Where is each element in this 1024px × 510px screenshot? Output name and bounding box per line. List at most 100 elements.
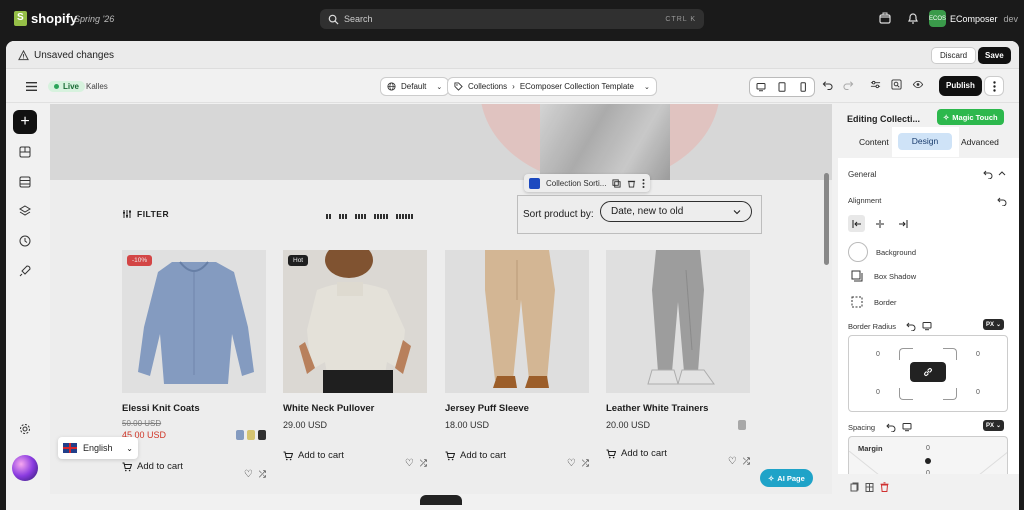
color-swatch[interactable]	[236, 430, 244, 440]
color-swatch[interactable]	[247, 430, 255, 440]
chevron-down-icon: ⌄	[996, 423, 1002, 429]
tab-advanced[interactable]: Advanced	[961, 137, 999, 147]
align-right-button[interactable]	[894, 215, 911, 232]
radius-bottom-left[interactable]: 0	[876, 389, 880, 396]
delete-icon[interactable]	[880, 482, 889, 492]
bottom-drawer-handle[interactable]	[420, 495, 462, 505]
more-options-button[interactable]	[984, 76, 1004, 96]
ai-assistant-orb[interactable]	[12, 455, 38, 481]
history-icon[interactable]	[18, 234, 32, 248]
product-image[interactable]	[606, 250, 750, 393]
wishlist-heart-icon[interactable]: ♡	[405, 458, 414, 469]
color-swatch[interactable]	[738, 420, 746, 430]
store-name: EComposer	[950, 13, 998, 24]
section-general-title[interactable]: General	[848, 170, 876, 179]
language-value: Default	[401, 82, 427, 91]
radius-top-left[interactable]: 0	[876, 351, 880, 358]
layout-icon[interactable]	[18, 175, 32, 189]
rocket-icon[interactable]	[18, 264, 32, 278]
wishlist-heart-icon[interactable]: ♡	[567, 458, 576, 469]
add-to-cart-button[interactable]: Add to cart	[283, 450, 344, 461]
language-select[interactable]: Default ⌄	[380, 77, 450, 96]
compare-icon[interactable]: ⤮	[582, 458, 589, 469]
save-button[interactable]: Save	[978, 47, 1011, 64]
trash-icon[interactable]	[627, 179, 636, 188]
compare-icon[interactable]: ⤮	[259, 469, 266, 480]
product-price: 18.00 USD	[445, 420, 490, 430]
compare-icon[interactable]: ⤮	[420, 458, 427, 469]
tab-design[interactable]: Design	[892, 127, 959, 157]
paste-icon[interactable]	[865, 482, 874, 492]
desktop-icon[interactable]	[756, 82, 766, 92]
add-to-cart-button[interactable]: Add to cart	[445, 450, 506, 461]
product-image[interactable]	[445, 250, 589, 393]
bell-icon[interactable]	[906, 11, 920, 25]
sort-select[interactable]: Date, new to old	[600, 201, 752, 222]
copy-icon[interactable]	[850, 482, 859, 492]
magic-touch-button[interactable]: ✧ Magic Touch	[937, 109, 1004, 125]
mobile-icon[interactable]	[798, 82, 808, 92]
search-input[interactable]: Search CTRL K	[320, 9, 704, 29]
reset-icon[interactable]	[906, 321, 916, 331]
grid-5-icon[interactable]	[374, 214, 388, 219]
chevron-up-icon[interactable]	[998, 170, 1006, 177]
add-element-button[interactable]: +	[13, 110, 37, 134]
product-name[interactable]: White Neck Pullover	[283, 403, 427, 414]
wishlist-heart-icon[interactable]: ♡	[244, 469, 253, 480]
grid-4-icon[interactable]	[355, 214, 366, 219]
product-name[interactable]: Elessi Knit Coats	[122, 403, 266, 414]
background-setting[interactable]: Background	[848, 242, 916, 262]
store-switcher[interactable]: ECOS EComposer dev	[929, 10, 1018, 27]
reset-icon[interactable]	[983, 169, 993, 179]
language-switcher[interactable]: English ⌄	[58, 437, 138, 459]
sections-icon[interactable]	[18, 145, 32, 159]
more-vertical-icon[interactable]	[642, 178, 645, 188]
canvas-scrollbar[interactable]	[824, 173, 829, 265]
reset-icon[interactable]	[886, 422, 896, 432]
color-swatch[interactable]	[258, 430, 266, 440]
link-corners-button[interactable]	[910, 362, 946, 382]
product-card[interactable]: Leather White Trainers 20.00 USD Add to …	[606, 250, 750, 467]
product-card[interactable]: Hot White Neck Pullover 29.00 USD Add to…	[283, 250, 427, 469]
filter-button[interactable]: FILTER	[122, 209, 169, 219]
tab-content[interactable]: Content	[859, 137, 889, 147]
compare-icon[interactable]: ⤮	[743, 456, 750, 467]
inspect-icon[interactable]	[891, 79, 902, 90]
menu-icon[interactable]	[26, 82, 37, 91]
redo-icon[interactable]	[843, 79, 854, 90]
wishlist-heart-icon[interactable]: ♡	[728, 456, 737, 467]
store-icon[interactable]	[878, 11, 892, 25]
ai-page-button[interactable]: ✧ AI Page	[760, 469, 813, 487]
border-setting[interactable]: Border	[851, 296, 897, 308]
spacing-unit-select[interactable]: PX ⌄	[983, 420, 1005, 431]
eye-icon[interactable]	[912, 79, 924, 90]
align-center-button[interactable]	[871, 215, 888, 232]
undo-icon[interactable]	[822, 79, 833, 90]
align-left-button[interactable]	[848, 215, 865, 232]
reset-icon[interactable]	[997, 196, 1007, 206]
sliders-icon[interactable]	[870, 79, 881, 90]
product-name[interactable]: Jersey Puff Sleeve	[445, 403, 589, 414]
box-shadow-setting[interactable]: Box Shadow	[851, 270, 916, 282]
grid-3-icon[interactable]	[339, 214, 347, 219]
publish-button[interactable]: Publish	[939, 76, 982, 96]
settings-gear-icon[interactable]	[18, 422, 32, 436]
shopify-logo[interactable]: shopify	[14, 11, 77, 26]
desktop-icon[interactable]	[922, 321, 932, 331]
template-breadcrumb[interactable]: Collections › EComposer Collection Templ…	[447, 77, 657, 96]
radius-top-right[interactable]: 0	[976, 351, 980, 358]
product-card[interactable]: -10% Elessi Knit Coats 50.00 USD 45.00 U…	[122, 250, 266, 480]
grid-6-icon[interactable]	[396, 214, 413, 219]
discard-button[interactable]: Discard	[931, 47, 977, 64]
tablet-icon[interactable]	[777, 82, 787, 92]
radius-bottom-right[interactable]: 0	[976, 389, 980, 396]
product-image[interactable]: -10%	[122, 250, 266, 393]
radius-unit-select[interactable]: PX ⌄	[983, 319, 1005, 330]
grid-2-icon[interactable]	[326, 214, 331, 219]
product-name[interactable]: Leather White Trainers	[606, 403, 750, 414]
product-card[interactable]: Jersey Puff Sleeve 18.00 USD Add to cart…	[445, 250, 589, 469]
duplicate-icon[interactable]	[612, 178, 622, 188]
product-image[interactable]: Hot	[283, 250, 427, 393]
layers-icon[interactable]	[18, 204, 32, 218]
desktop-icon[interactable]	[902, 422, 912, 432]
